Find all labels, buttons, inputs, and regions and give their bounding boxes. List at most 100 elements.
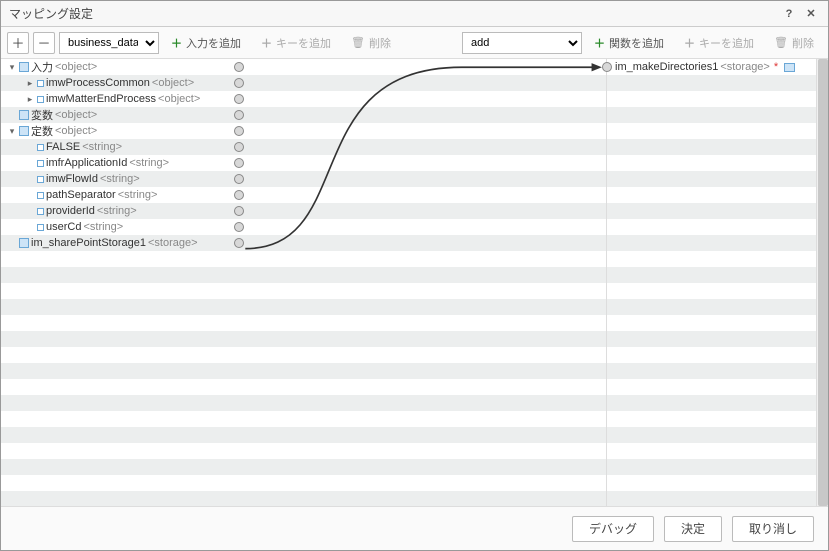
tree-row[interactable]: ▸ pathSeparator <string>	[1, 187, 234, 203]
output-port[interactable]	[234, 238, 244, 248]
output-port[interactable]	[234, 62, 244, 72]
chevron-down-icon[interactable]: ▾	[7, 126, 17, 137]
node-label: imwProcessCommon	[46, 77, 150, 89]
object-icon	[19, 62, 29, 72]
output-port[interactable]	[234, 174, 244, 184]
add-input-button[interactable]: ＋ 入力を追加	[163, 31, 249, 55]
node-type: <string>	[129, 157, 169, 169]
node-label: pathSeparator	[46, 189, 116, 201]
node-label: 入力	[31, 59, 53, 75]
node-label: providerId	[46, 205, 95, 217]
plus-icon: ＋	[261, 35, 272, 51]
node-type: <object>	[55, 109, 97, 121]
ok-button[interactable]: 決定	[664, 516, 722, 542]
mapping-canvas[interactable]	[235, 59, 606, 506]
add-func-button[interactable]: ＋ 関数を追加	[586, 31, 672, 55]
output-port[interactable]	[234, 78, 244, 88]
titlebar: マッピング設定 ? ✕	[1, 1, 828, 27]
plus-icon: ＋	[171, 35, 182, 51]
output-port[interactable]	[234, 142, 244, 152]
left-tree-pane: ▾ 入力 <object>▸ imwProcessCommon <object>…	[1, 59, 235, 506]
tree-row[interactable]: ▸ imwProcessCommon <object>	[1, 75, 234, 91]
input-port[interactable]	[602, 62, 612, 72]
node-type: <string>	[118, 189, 158, 201]
chevron-down-icon[interactable]: ▾	[7, 62, 17, 73]
add-key-right-button[interactable]: ＋ キーを追加	[676, 31, 762, 55]
object-icon	[19, 126, 29, 136]
node-label: userCd	[46, 221, 81, 233]
field-icon	[37, 96, 44, 103]
tree-row[interactable]: ▸ imfrApplicationId <string>	[1, 155, 234, 171]
close-icon[interactable]: ✕	[802, 5, 820, 23]
tree-row[interactable]: ▸ 変数 <object>	[1, 107, 234, 123]
node-label: 定数	[31, 123, 53, 139]
node-label: 変数	[31, 107, 53, 123]
debug-button[interactable]: デバッグ	[572, 516, 654, 542]
plus-icon: ＋	[684, 35, 695, 51]
storage-icon	[784, 63, 795, 72]
chevron-right-icon[interactable]: ▸	[25, 94, 35, 105]
node-type: <object>	[55, 125, 97, 137]
plus-icon: ＋	[594, 35, 605, 51]
node-type: <storage>	[148, 237, 198, 249]
right-tree: im_makeDirectories1 <storage>*	[607, 59, 828, 75]
node-type: <object>	[152, 77, 194, 89]
tree-row[interactable]: ▾ 入力 <object>	[1, 59, 234, 75]
field-icon	[37, 224, 44, 231]
required-marker: *	[774, 61, 778, 73]
mapping-dialog: マッピング設定 ? ✕ ＋ － business_data_set ＋ 入力を追…	[0, 0, 829, 551]
node-label: imwMatterEndProcess	[46, 93, 156, 105]
object-icon	[19, 110, 29, 120]
tree-row[interactable]: ▸ imwFlowId <string>	[1, 171, 234, 187]
toolbar: ＋ － business_data_set ＋ 入力を追加 ＋ キーを追加 🗑 …	[1, 27, 828, 59]
tree-row[interactable]: ▸ im_sharePointStorage1 <storage>	[1, 235, 234, 251]
delete-right-button[interactable]: 🗑 削除	[766, 31, 822, 55]
node-label: im_makeDirectories1	[615, 61, 718, 73]
left-source-select[interactable]: business_data_set	[59, 32, 159, 54]
output-port[interactable]	[234, 206, 244, 216]
field-icon	[37, 144, 44, 151]
node-type: <string>	[83, 221, 123, 233]
cancel-button[interactable]: 取り消し	[732, 516, 814, 542]
content-scrollbar[interactable]	[816, 59, 828, 506]
tree-row[interactable]: ▸ providerId <string>	[1, 203, 234, 219]
trash-icon: 🗑	[774, 36, 788, 49]
tree-row[interactable]: ▾ 定数 <object>	[1, 123, 234, 139]
field-icon	[37, 80, 44, 87]
field-icon	[37, 208, 44, 215]
add-key-left-button[interactable]: ＋ キーを追加	[253, 31, 339, 55]
node-label: imfrApplicationId	[46, 157, 127, 169]
collapse-all-button[interactable]: －	[33, 32, 55, 54]
tree-row[interactable]: ▸ userCd <string>	[1, 219, 234, 235]
dialog-title: マッピング設定	[9, 5, 776, 22]
right-func-select[interactable]: add	[462, 32, 582, 54]
node-type: <string>	[100, 173, 140, 185]
output-port[interactable]	[234, 158, 244, 168]
delete-left-button[interactable]: 🗑 削除	[343, 31, 399, 55]
output-port[interactable]	[234, 222, 244, 232]
tree-row[interactable]: ▸ imwMatterEndProcess <object>	[1, 91, 234, 107]
node-type: <string>	[82, 141, 122, 153]
chevron-right-icon[interactable]: ▸	[25, 78, 35, 89]
field-icon	[37, 192, 44, 199]
field-icon	[37, 160, 44, 167]
trash-icon: 🗑	[351, 36, 365, 49]
field-icon	[37, 176, 44, 183]
output-port[interactable]	[234, 190, 244, 200]
mapping-content: ▾ 入力 <object>▸ imwProcessCommon <object>…	[1, 59, 828, 506]
node-type: <string>	[97, 205, 137, 217]
output-port[interactable]	[234, 94, 244, 104]
node-type: <object>	[55, 61, 97, 73]
output-port[interactable]	[234, 110, 244, 120]
object-icon	[19, 238, 29, 248]
node-label: im_sharePointStorage1	[31, 237, 146, 249]
output-port[interactable]	[234, 126, 244, 136]
tree-row[interactable]: im_makeDirectories1 <storage>*	[607, 59, 828, 75]
tree-row[interactable]: ▸ FALSE <string>	[1, 139, 234, 155]
right-tree-pane: im_makeDirectories1 <storage>*	[606, 59, 828, 506]
expand-all-button[interactable]: ＋	[7, 32, 29, 54]
help-icon[interactable]: ?	[780, 5, 798, 23]
left-tree: ▾ 入力 <object>▸ imwProcessCommon <object>…	[1, 59, 234, 251]
node-label: imwFlowId	[46, 173, 98, 185]
node-label: FALSE	[46, 141, 80, 153]
